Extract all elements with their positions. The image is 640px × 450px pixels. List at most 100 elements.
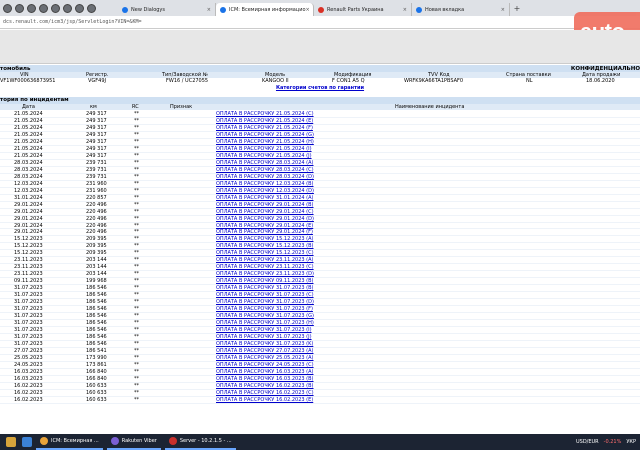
warranty-categories-link[interactable]: Категории счетов по гарантии [276,85,364,91]
close-icon[interactable]: × [207,7,211,13]
pinned-tab-icon[interactable] [3,3,12,13]
incident-link[interactable]: ОПЛАТА В РАССРОЧКУ 21.05.2024 (G) [216,132,314,139]
incident-link[interactable]: ОПЛАТА В РАССРОЧКУ 29.01.2024 (C) [216,209,314,216]
incident-link[interactable]: ОПЛАТА В РАССРОЧКУ 21.05.2024 (I) [216,146,312,153]
incident-link[interactable]: ОПЛАТА В РАССРОЧКУ 23.11.2023 (D) [216,271,314,278]
incident-link[interactable]: ОПЛАТА В РАССРОЧКУ 16.02.2023 (E) [216,397,313,404]
pinned-tab-icon[interactable] [27,3,36,13]
incident-link[interactable]: ОПЛАТА В РАССРОЧКУ 15.12.2023 (C) [216,250,314,257]
incident-link[interactable]: ОПЛАТА В РАССРОЧКУ 12.03.2024 (D) [216,188,314,195]
row-km: 166 840 [86,375,107,382]
row-km: 249 317 [86,145,107,152]
incident-link[interactable]: ОПЛАТА В РАССРОЧКУ 21.05.2024 (C) [216,111,314,118]
table-row: 15.12.2023 209 395 ** ОПЛАТА В РАССРОЧКУ 15… [0,243,640,251]
taskbar-item-viber[interactable]: Rakuten Viber [106,434,161,450]
tab-new-tab[interactable]: Новая вкладка × [412,3,510,16]
row-km: 186 546 [86,306,107,313]
pinned-tab-icon[interactable] [15,3,24,13]
table-row: 28.03.2024 239 731 ** ОПЛАТА В РАССРОЧКУ 28… [0,160,640,167]
tab-icm[interactable]: ICM: Всемирная информацио × [216,3,314,16]
incident-link[interactable]: ОПЛАТА В РАССРОЧКУ 31.07.2023 (B) [216,285,314,292]
incident-link[interactable]: ОПЛАТА В РАССРОЧКУ 21.05.2024 (J) [216,153,312,160]
row-date: 16.02.2023 [14,396,43,403]
pinned-tab-icon[interactable] [63,3,72,13]
close-icon[interactable]: × [306,7,310,13]
taskbar-item-chrome[interactable]: ICM: Всемирная ... [36,434,103,450]
incident-link[interactable]: ОПЛАТА В РАССРОЧКУ 31.07.2023 (H) [216,320,314,327]
incident-link[interactable]: ОПЛАТА В РАССРОЧКУ 31.07.2023 (F) [216,306,313,313]
incident-link[interactable]: ОПЛАТА В РАССРОЧКУ 29.01.2024 (B) [216,202,314,209]
incident-link[interactable]: ОПЛАТА В РАССРОЧКУ 15.12.2023 (A) [216,236,313,243]
incident-link[interactable]: ОПЛАТА В РАССРОЧКУ 29.01.2024 (E) [216,223,313,230]
address-bar[interactable]: dcs.renault.com/icm3/jsp/ServletLogin?VI… [0,16,640,29]
address-text[interactable]: dcs.renault.com/icm3/jsp/ServletLogin?VI… [3,19,141,25]
incident-link[interactable]: ОПЛАТА В РАССРОЧКУ 21.05.2024 (F) [216,125,313,132]
table-row: 25.05.2023 173 990 ** ОПЛАТА В РАССРОЧКУ 25… [0,355,640,362]
incident-link[interactable]: ОПЛАТА В РАССРОЧКУ 31.07.2023 (K) [216,341,313,348]
table-row: 31.07.2023 186 546 ** ОПЛАТА В РАССРОЧКУ 31… [0,299,640,307]
incident-link[interactable]: ОПЛАТА В РАССРОЧКУ 15.12.2023 (B) [216,243,314,250]
row-rc: ** [134,347,139,354]
browser-tab-strip: New Dialogys × ICM: Всемирная информацио ×… [0,0,640,16]
incident-link[interactable]: ОПЛАТА В РАССРОЧКУ 31.07.2023 (J) [216,334,312,341]
row-km: 220 496 [86,208,107,215]
incident-link[interactable]: ОПЛАТА В РАССРОЧКУ 29.01.2024 (F) [216,229,313,236]
row-km: 209 395 [86,243,107,250]
currency-change: -0.21% [603,439,622,445]
table-row: 29.01.2024 220 496 ** ОПЛАТА В РАССРОЧКУ 29… [0,209,640,216]
incident-link[interactable]: ОПЛАТА В РАССРОЧКУ 27.07.2023 (A) [216,348,313,355]
incident-link[interactable]: ОПЛАТА В РАССРОЧКУ 28.03.2024 (A) [216,160,313,167]
row-rc: ** [134,187,139,194]
incident-link[interactable]: ОПЛАТА В РАССРОЧКУ 16.03.2023 (A) [216,369,313,376]
pinned-tab-icon[interactable] [87,3,96,13]
table-row: 16.02.2023 160 633 ** ОПЛАТА В РАССРОЧКУ 16… [0,397,640,404]
table-row: 21.05.2024 249 317 ** ОПЛАТА В РАССРОЧКУ 21… [0,146,640,153]
incident-link[interactable]: ОПЛАТА В РАССРОЧКУ 23.11.2023 (C) [216,264,314,271]
row-date: 16.03.2023 [14,375,43,382]
incident-link[interactable]: ОПЛАТА В РАССРОЧКУ 16.02.2023 (B) [216,383,314,390]
file-explorer-icon[interactable] [6,437,16,447]
incident-link[interactable]: ОПЛАТА В РАССРОЧКУ 31.07.2023 (G) [216,313,314,320]
incident-link[interactable]: ОПЛАТА В РАССРОЧКУ 31.07.2023 (D) [216,299,314,306]
new-tab-button[interactable]: + [510,4,524,13]
tab-favicon-icon [416,6,422,13]
row-date: 31.07.2023 [14,299,43,306]
incident-link[interactable]: ОПЛАТА В РАССРОЧКУ 16.03.2023 (B) [216,376,314,383]
pinned-app-icon[interactable] [22,437,32,447]
row-km: 173 861 [86,361,107,368]
incident-link[interactable]: ОПЛАТА В РАССРОЧКУ 16.02.2023 (C) [216,390,314,397]
row-km: 166 840 [86,368,107,375]
pinned-tab-icon[interactable] [39,3,48,13]
row-rc: ** [134,180,139,187]
incident-link[interactable]: ОПЛАТА В РАССРОЧКУ 31.07.2023 (C) [216,292,314,299]
incident-link[interactable]: ОПЛАТА В РАССРОЧКУ 24.05.2023 (C) [216,362,314,369]
close-icon[interactable]: × [403,7,407,13]
tab-renault-parts[interactable]: Renault Parts Украина × [314,3,412,16]
row-date: 31.01.2024 [14,194,43,201]
language-indicator[interactable]: УКР [626,439,636,445]
taskbar-item-server[interactable]: Server - 10.2.1.5 - ... [164,434,236,450]
row-km: 249 317 [86,152,107,159]
incident-link[interactable]: ОПЛАТА В РАССРОЧКУ 09.11.2023 (B) [216,278,314,285]
incident-link[interactable]: ОПЛАТА В РАССРОЧКУ 21.05.2024 (H) [216,139,314,146]
tab-new-dialogys[interactable]: New Dialogys × [118,3,216,16]
incident-link[interactable]: ОПЛАТА В РАССРОЧКУ 29.01.2024 (D) [216,216,314,223]
pinned-tab-icon[interactable] [51,3,60,13]
row-date: 27.07.2023 [14,347,43,354]
incident-link[interactable]: ОПЛАТА В РАССРОЧКУ 25.05.2023 (A) [216,355,313,362]
incident-link[interactable]: ОПЛАТА В РАССРОЧКУ 28.03.2024 (C) [216,167,314,174]
currency-label[interactable]: USD/EUR [576,439,599,445]
incident-link[interactable]: ОПЛАТА В РАССРОЧКУ 31.07.2023 (I) [216,327,312,334]
row-rc: ** [134,131,139,138]
close-icon[interactable]: × [501,7,505,13]
incident-link[interactable]: ОПЛАТА В РАССРОЧКУ 23.11.2023 (A) [216,257,313,264]
incident-link[interactable]: ОПЛАТА В РАССРОЧКУ 12.03.2024 (B) [216,181,314,188]
table-row: 31.07.2023 186 546 ** ОПЛАТА В РАССРОЧКУ 31… [0,292,640,300]
pinned-tab-icon[interactable] [75,3,84,13]
incident-link[interactable]: ОПЛАТА В РАССРОЧКУ 31.01.2024 (A) [216,195,313,202]
incident-link[interactable]: ОПЛАТА В РАССРОЧКУ 28.03.2024 (D) [216,174,314,181]
incident-link[interactable]: ОПЛАТА В РАССРОЧКУ 21.05.2024 (E) [216,118,313,125]
row-date: 28.03.2024 [14,166,43,173]
row-rc: ** [134,229,139,236]
row-date: 21.05.2024 [14,152,43,159]
